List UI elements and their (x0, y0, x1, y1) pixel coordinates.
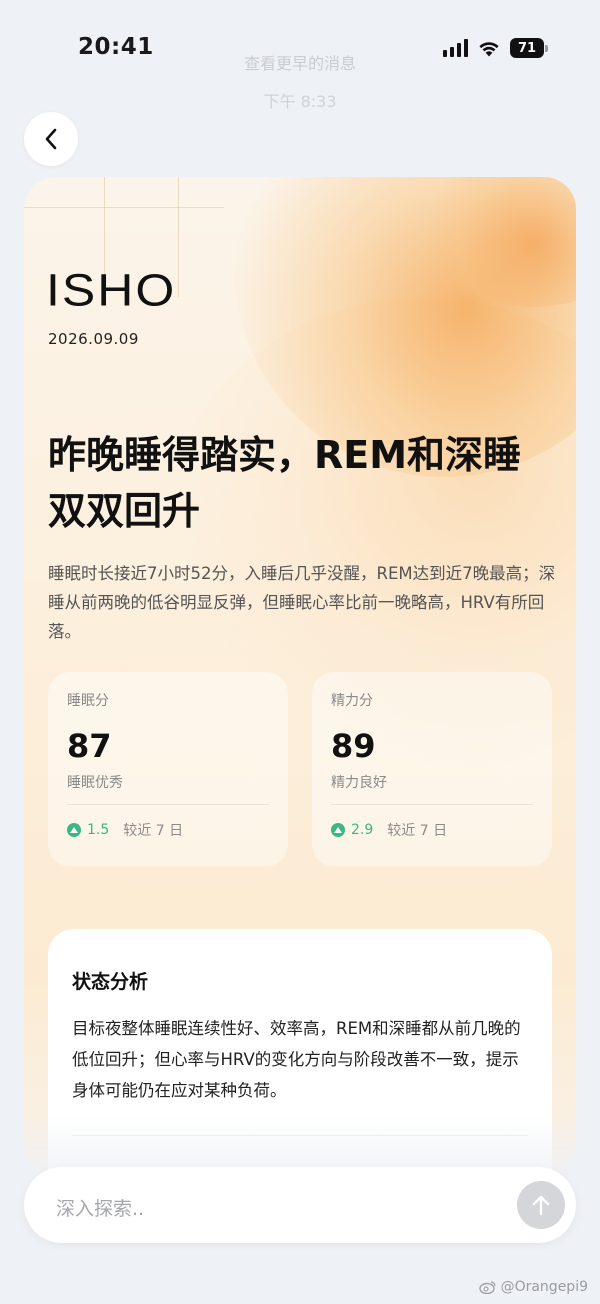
analysis-title: 状态分析 (72, 971, 149, 993)
explore-input[interactable]: 深入探索.. (56, 1194, 144, 1221)
trend-up-icon (67, 823, 81, 837)
trend-up-icon (331, 823, 345, 837)
analysis-text: 目标夜整体睡眠连续性好、效率高，REM和深睡都从前几晚的低位回升；但心率与HRV… (72, 1019, 521, 1100)
arrow-up-icon (532, 1195, 550, 1216)
sleep-score-card[interactable]: 睡眠分 87 睡眠优秀 1.5 较近 7 日 (48, 672, 288, 866)
score-delta: 1.5 (87, 822, 110, 838)
chevron-left-icon (45, 128, 57, 150)
sleep-report-card: ISHO 2026.09.09 昨晚睡得踏实，REM和深睡双双回升 睡眠时长接近… (24, 177, 576, 1177)
score-value: 89 (331, 727, 376, 765)
send-button[interactable] (517, 1181, 565, 1229)
energy-score-card[interactable]: 精力分 89 精力良好 2.9 较近 7 日 (312, 672, 552, 866)
score-trend: 1.5 较近 7 日 (67, 820, 183, 840)
score-compare: 较近 7 日 (123, 823, 184, 839)
report-headline: 昨晚睡得踏实，REM和深睡双双回升 (48, 433, 522, 533)
score-status: 睡眠优秀 (67, 775, 123, 791)
brand-logo: ISHO (46, 264, 177, 316)
explore-input-bar[interactable]: 深入探索.. (24, 1167, 576, 1243)
screen: 20:41 71 查看更早的消息 下午 8:33 ISHO 2026.09.09… (0, 0, 600, 1304)
report-summary: 睡眠时长接近7小时52分，入睡后几乎没醒，REM达到近7晚最高；深睡从前两晚的低… (48, 564, 556, 641)
score-status: 精力良好 (331, 775, 387, 791)
weibo-icon (478, 1281, 496, 1294)
back-button[interactable] (24, 112, 78, 166)
score-compare: 较近 7 日 (387, 823, 448, 839)
watermark-text: @Orangepi9 (500, 1279, 588, 1295)
score-value: 87 (67, 727, 112, 765)
score-label: 睡眠分 (67, 693, 109, 709)
watermark: @Orangepi9 (478, 1279, 588, 1295)
score-trend: 2.9 较近 7 日 (331, 820, 447, 840)
score-label: 精力分 (331, 693, 373, 709)
message-timestamp: 下午 8:33 (263, 92, 337, 111)
score-delta: 2.9 (351, 822, 374, 838)
report-date: 2026.09.09 (48, 330, 139, 348)
earlier-messages-link: 查看更早的消息 (243, 54, 356, 73)
